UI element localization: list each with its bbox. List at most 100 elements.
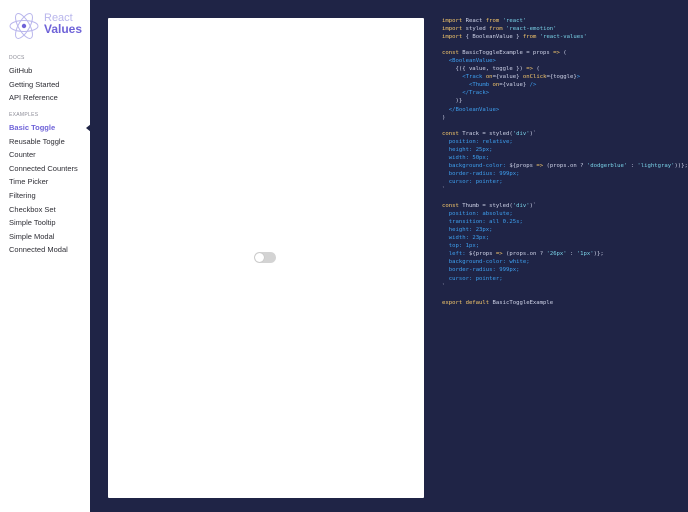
sidebar-item-simple-tooltip[interactable]: Simple Tooltip <box>9 218 56 227</box>
code-line: border-radius: 999px; <box>442 170 682 178</box>
code-token: import <box>442 26 463 33</box>
code-token: <BooleanValue> <box>448 58 496 65</box>
code-line: cursor: pointer; <box>442 178 682 186</box>
code-token: ={value} <box>492 74 523 81</box>
code-token: <Track <box>462 74 483 81</box>
code-line: top: 1px; <box>442 242 682 250</box>
code-token: cursor: pointer; <box>448 178 503 185</box>
active-item-marker <box>86 124 91 132</box>
code-line: left: ${props => (props.on ? '26px' : '1… <box>442 250 682 258</box>
code-token: ${props <box>509 162 537 169</box>
code-token: )} <box>442 98 463 105</box>
code-token: BasicToggleExample <box>489 299 554 306</box>
code-line: import React from 'react' <box>442 17 682 25</box>
sidebar-item-filtering[interactable]: Filtering <box>9 191 36 200</box>
code-line: </BooleanValue> <box>442 106 682 114</box>
code-token: => <box>553 50 560 57</box>
sidebar-item-checkbox-set[interactable]: Checkbox Set <box>9 205 56 214</box>
code-token: </Track> <box>462 90 490 97</box>
code-token: cursor: pointer; <box>448 275 503 282</box>
code-token: BasicToggleExample = props <box>458 50 554 57</box>
code-token: from <box>485 18 500 24</box>
code-token: ` <box>442 283 446 290</box>
code-token: position: relative; <box>448 138 513 145</box>
code-token: import <box>442 18 463 24</box>
code-line: ` <box>442 186 682 194</box>
code-token: ))}; <box>674 162 688 169</box>
code-token: const <box>442 130 459 137</box>
code-token: '1px' <box>576 251 594 258</box>
code-token: 'lightgray' <box>637 162 675 169</box>
code-line: height: 23px; <box>442 226 682 234</box>
code-token: const <box>442 203 459 210</box>
code-token: background-color: white; <box>448 259 530 266</box>
code-token: : <box>627 162 638 169</box>
sidebar-item-counter[interactable]: Counter <box>9 150 36 159</box>
code-token: </BooleanValue> <box>448 106 500 113</box>
code-line: ` <box>442 283 682 291</box>
code-block: import React from 'react' import styled f… <box>442 17 688 307</box>
code-line: height: 25px; <box>442 146 682 154</box>
sidebar-item-connected-modal[interactable]: Connected Modal <box>9 245 68 254</box>
sidebar-item-api-reference[interactable]: API Reference <box>9 93 58 102</box>
code-line: <Thumb on={value} /> <box>442 81 682 89</box>
code-token: height: 25px; <box>448 146 493 153</box>
toggle-thumb[interactable] <box>255 253 264 262</box>
sidebar-item-simple-modal[interactable]: Simple Modal <box>9 232 54 241</box>
code-line: width: 50px; <box>442 154 682 162</box>
sidebar-item-time-picker[interactable]: Time Picker <box>9 177 48 186</box>
code-token: /> <box>529 82 537 89</box>
code-token: (props.on ? <box>502 251 547 258</box>
code-token: const <box>442 50 459 57</box>
code-token: React <box>462 18 486 24</box>
code-token: 'react-values' <box>539 34 587 41</box>
code-token: on <box>485 74 493 81</box>
code-line: import styled from 'react-emotion' <box>442 25 682 33</box>
sidebar-item-getting-started[interactable]: Getting Started <box>9 80 59 89</box>
code-line: const BasicToggleExample = props => ( <box>442 49 682 57</box>
code-token: export default <box>442 299 490 306</box>
code-token: ${props <box>468 251 496 258</box>
logo[interactable]: React Values <box>8 10 88 42</box>
code-token: => <box>526 66 533 73</box>
code-token: border-radius: 999px; <box>448 170 520 177</box>
code-token: top: 1px; <box>448 243 480 250</box>
code-token: ) <box>442 114 446 121</box>
toggle-track[interactable] <box>254 252 276 263</box>
code-token: ( <box>559 50 567 57</box>
sidebar-item-reusable-toggle[interactable]: Reusable Toggle <box>9 137 65 146</box>
code-token: { BooleanValue } <box>462 34 523 41</box>
code-token: : <box>566 251 577 258</box>
code-line: const Thumb = styled('div')` <box>442 202 682 210</box>
code-token: 'react' <box>502 18 527 24</box>
code-line: {({ value, toggle }) => ( <box>442 65 682 73</box>
code-token: )}; <box>593 251 604 258</box>
code-token: onClick <box>522 74 547 81</box>
code-line: position: absolute; <box>442 210 682 218</box>
sidebar-item-github[interactable]: GitHub <box>9 66 32 75</box>
logo-values-text: Values <box>44 22 83 36</box>
code-line: )} <box>442 97 682 105</box>
code-line: ) <box>442 114 682 122</box>
sidebar-item-basic-toggle[interactable]: Basic Toggle <box>9 123 55 132</box>
code-line: export default BasicToggleExample <box>442 299 682 307</box>
example-preview <box>108 18 424 498</box>
code-token: )` <box>529 130 537 137</box>
sidebar-item-connected-counters[interactable]: Connected Counters <box>9 164 78 173</box>
code-token: {({ value, toggle }) <box>442 66 527 73</box>
code-line: const Track = styled('div')` <box>442 130 682 138</box>
